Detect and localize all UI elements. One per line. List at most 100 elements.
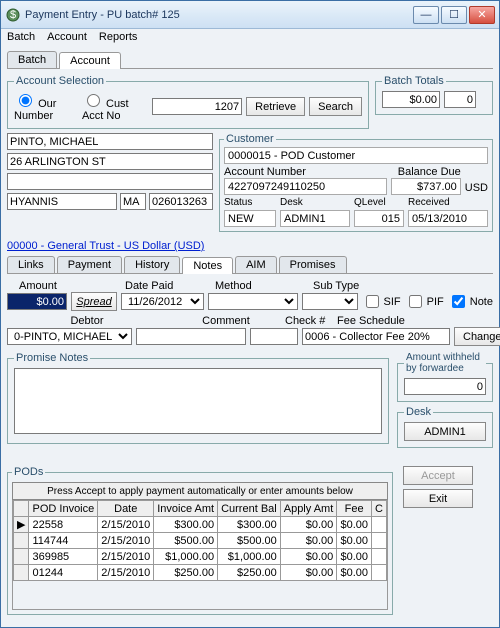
amount-input[interactable]: [7, 293, 67, 310]
subtype-label: Sub Type: [313, 280, 371, 292]
payment-tabs: Links Payment History Notes AIM Promises: [7, 256, 493, 274]
minimize-button[interactable]: —: [413, 6, 439, 24]
account-number-input[interactable]: [152, 98, 242, 115]
method-select[interactable]: [208, 293, 298, 310]
check-input[interactable]: [250, 328, 298, 345]
tab-promises[interactable]: Promises: [279, 256, 347, 273]
batch-total-count[interactable]: [444, 91, 476, 108]
window-title: Payment Entry - PU batch# 125: [25, 9, 411, 21]
account-selection-legend: Account Selection: [14, 75, 106, 87]
received-header: Received: [408, 197, 488, 208]
col-applyamt[interactable]: Apply Amt: [280, 501, 337, 517]
customer-value: 0000015 - POD Customer: [224, 147, 488, 164]
balance-due-value: $737.00: [391, 178, 461, 195]
table-row[interactable]: 1147442/15/2010 $500.00$500.00 $0.00$0.0…: [14, 533, 387, 549]
menu-batch[interactable]: Batch: [7, 31, 35, 45]
desk-header: Desk: [280, 197, 350, 208]
date-paid-label: Date Paid: [125, 280, 211, 292]
app-icon: $: [5, 7, 21, 23]
change-button[interactable]: Change: [454, 327, 500, 346]
tab-history[interactable]: History: [124, 256, 180, 273]
table-row[interactable]: 012442/15/2010 $250.00$250.00 $0.00$0.00: [14, 565, 387, 581]
promise-notes-legend: Promise Notes: [14, 352, 90, 364]
col-curbal[interactable]: Current Bal: [218, 501, 281, 517]
addr-state[interactable]: [120, 193, 146, 210]
customer-legend: Customer: [224, 133, 276, 145]
spread-button[interactable]: Spread: [71, 292, 117, 311]
table-row[interactable]: 3699852/15/2010 $1,000.00$1,000.00 $0.00…: [14, 549, 387, 565]
tab-links[interactable]: Links: [7, 256, 55, 273]
col-date[interactable]: Date: [98, 501, 154, 517]
pods-instruction: Press Accept to apply payment automatica…: [12, 482, 388, 500]
pods-group: PODs Press Accept to apply payment autom…: [7, 466, 393, 615]
radio-cust-acct-no[interactable]: [87, 94, 100, 107]
address-block: [7, 133, 213, 213]
menu-reports[interactable]: Reports: [99, 31, 138, 45]
maximize-button[interactable]: ☐: [441, 6, 467, 24]
batch-totals-group: Batch Totals: [375, 75, 493, 115]
debtor-select[interactable]: 0-PINTO, MICHAEL: [7, 328, 132, 345]
currency-label: USD: [465, 182, 488, 195]
desk-group: Desk ADMIN1: [397, 406, 493, 448]
promise-notes-group: Promise Notes: [7, 352, 389, 444]
debtor-label: Debtor: [7, 315, 167, 327]
sif-checkbox[interactable]: [366, 295, 379, 308]
addr-line3[interactable]: [7, 173, 213, 190]
menubar: Batch Account Reports: [1, 29, 499, 47]
amount-withheld-input[interactable]: [404, 378, 486, 395]
promise-notes-textarea[interactable]: [14, 368, 382, 434]
fee-schedule-label: Fee Schedule: [337, 315, 493, 327]
tab-aim[interactable]: AIM: [235, 256, 277, 273]
scheme-link[interactable]: 00000 - General Trust - US Dollar (USD): [7, 240, 493, 252]
amount-label: Amount: [7, 280, 69, 292]
table-row[interactable]: ▶ 225582/15/2010 $300.00$300.00 $0.00$0.…: [14, 517, 387, 533]
top-tabs: Batch Account: [7, 51, 493, 69]
note-label: Note: [470, 296, 493, 308]
radio-our-number[interactable]: [19, 94, 32, 107]
menu-account[interactable]: Account: [47, 31, 87, 45]
balance-due-label: Balance Due: [391, 166, 461, 178]
col-c[interactable]: C: [372, 501, 387, 517]
exit-button[interactable]: Exit: [403, 489, 473, 508]
titlebar[interactable]: $ Payment Entry - PU batch# 125 — ☐ ✕: [1, 1, 499, 29]
pods-header-row: POD Invoice Date Invoice Amt Current Bal…: [14, 501, 387, 517]
tab-payment[interactable]: Payment: [57, 256, 122, 273]
customer-block: Customer 0000015 - POD Customer Account …: [219, 133, 493, 236]
retrieve-button[interactable]: Retrieve: [246, 97, 305, 116]
tab-account[interactable]: Account: [59, 52, 121, 69]
check-label: Check #: [285, 315, 333, 327]
status-header: Status: [224, 197, 276, 208]
tab-batch[interactable]: Batch: [7, 51, 57, 68]
svg-text:$: $: [10, 9, 16, 21]
qlevel-header: QLevel: [354, 197, 404, 208]
acct-num-label: Account Number: [224, 166, 387, 178]
col-invoice[interactable]: POD Invoice: [29, 501, 98, 517]
sif-label: SIF: [384, 296, 401, 308]
date-paid-select[interactable]: 11/26/2012: [121, 293, 204, 310]
comment-input[interactable]: [136, 328, 246, 345]
batch-total-amount[interactable]: [382, 91, 440, 108]
col-invamt[interactable]: Invoice Amt: [154, 501, 218, 517]
subtype-select[interactable]: [302, 293, 358, 310]
addr-city[interactable]: [7, 193, 117, 210]
tab-notes[interactable]: Notes: [182, 257, 233, 274]
pif-checkbox[interactable]: [409, 295, 422, 308]
fee-schedule-input[interactable]: [302, 328, 450, 345]
desk-value: ADMIN1: [280, 210, 350, 227]
pods-legend: PODs: [12, 466, 45, 478]
note-checkbox[interactable]: [452, 295, 465, 308]
addr-name[interactable]: [7, 133, 213, 150]
accept-button[interactable]: Accept: [403, 466, 473, 485]
qlevel-value: 015: [354, 210, 404, 227]
batch-totals-legend: Batch Totals: [382, 75, 446, 87]
search-button[interactable]: Search: [309, 97, 362, 116]
pif-label: PIF: [427, 296, 444, 308]
close-button[interactable]: ✕: [469, 6, 495, 24]
amount-withheld-group: Amount withheld by forwardee: [397, 352, 493, 402]
addr-zip[interactable]: [149, 193, 213, 210]
addr-street[interactable]: [7, 153, 213, 170]
comment-label: Comment: [171, 315, 281, 327]
amount-withheld-legend: Amount withheld by forwardee: [404, 352, 486, 374]
col-fee[interactable]: Fee: [337, 501, 372, 517]
desk-button[interactable]: ADMIN1: [404, 422, 486, 441]
